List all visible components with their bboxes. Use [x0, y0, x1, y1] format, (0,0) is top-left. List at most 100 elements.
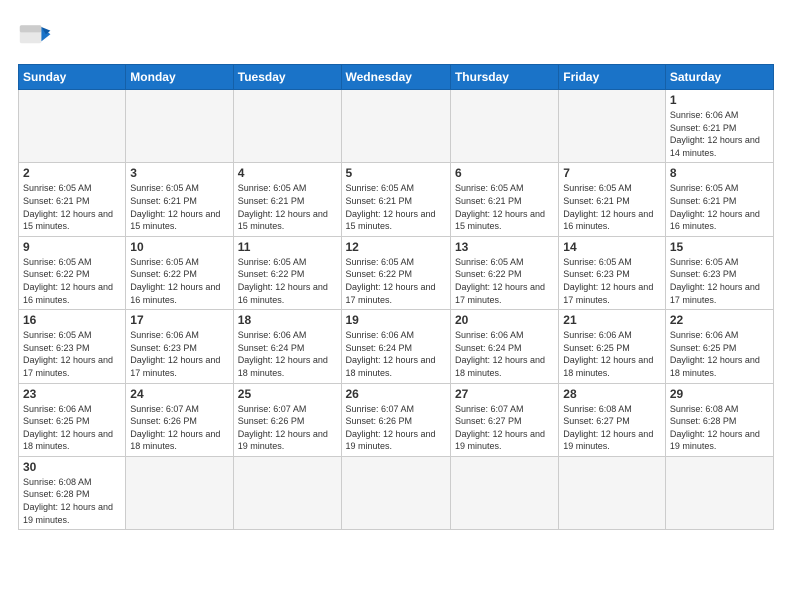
day-info: Sunrise: 6:06 AM Sunset: 6:24 PM Dayligh…	[455, 329, 554, 379]
day-number: 17	[130, 313, 228, 327]
calendar-week-row: 16 Sunrise: 6:05 AM Sunset: 6:23 PM Dayli…	[19, 310, 774, 383]
calendar-day-cell: 1Sunrise: 6:06 AM Sunset: 6:21 PM Daylig…	[665, 90, 773, 163]
day-info: Sunrise: 6:06 AM Sunset: 6:25 PM Dayligh…	[670, 329, 769, 379]
day-number: 13	[455, 240, 554, 254]
calendar-day-cell: 20 Sunrise: 6:06 AM Sunset: 6:24 PM Dayli…	[450, 310, 558, 383]
day-number: 8	[670, 166, 769, 180]
calendar-week-row: 9 Sunrise: 6:05 AM Sunset: 6:22 PM Daylig…	[19, 236, 774, 309]
header	[18, 18, 774, 54]
day-number: 16	[23, 313, 121, 327]
day-info: Sunrise: 6:06 AM Sunset: 6:25 PM Dayligh…	[563, 329, 661, 379]
day-info: Sunrise: 6:08 AM Sunset: 6:27 PM Dayligh…	[563, 403, 661, 453]
calendar-day-cell: 19 Sunrise: 6:06 AM Sunset: 6:24 PM Dayli…	[341, 310, 450, 383]
day-info: Sunrise: 6:05 AM Sunset: 6:21 PM Dayligh…	[130, 182, 228, 232]
calendar-day-cell	[19, 90, 126, 163]
day-number: 27	[455, 387, 554, 401]
day-info: Sunrise: 6:05 AM Sunset: 6:21 PM Dayligh…	[455, 182, 554, 232]
calendar-week-row: 30 Sunrise: 6:08 AM Sunset: 6:28 PM Dayli…	[19, 456, 774, 529]
day-info: Sunrise: 6:06 AM Sunset: 6:23 PM Dayligh…	[130, 329, 228, 379]
calendar-day-cell	[559, 456, 666, 529]
day-info: Sunrise: 6:07 AM Sunset: 6:27 PM Dayligh…	[455, 403, 554, 453]
calendar-day-cell: 10Sunrise: 6:05 AM Sunset: 6:22 PM Dayli…	[126, 236, 233, 309]
calendar-day-cell: 14Sunrise: 6:05 AM Sunset: 6:23 PM Dayli…	[559, 236, 666, 309]
calendar-day-cell	[233, 90, 341, 163]
day-info: Sunrise: 6:05 AM Sunset: 6:21 PM Dayligh…	[563, 182, 661, 232]
day-number: 9	[23, 240, 121, 254]
calendar-day-cell: 30 Sunrise: 6:08 AM Sunset: 6:28 PM Dayli…	[19, 456, 126, 529]
day-number: 11	[238, 240, 337, 254]
calendar-day-cell	[341, 90, 450, 163]
day-info: Sunrise: 6:08 AM Sunset: 6:28 PM Dayligh…	[23, 476, 121, 526]
calendar-day-cell: 7 Sunrise: 6:05 AM Sunset: 6:21 PM Daylig…	[559, 163, 666, 236]
day-of-week-header: Monday	[126, 65, 233, 90]
calendar-day-cell: 26 Sunrise: 6:07 AM Sunset: 6:26 PM Dayli…	[341, 383, 450, 456]
day-info: Sunrise: 6:07 AM Sunset: 6:26 PM Dayligh…	[130, 403, 228, 453]
page: SundayMondayTuesdayWednesdayThursdayFrid…	[0, 0, 792, 612]
day-info: Sunrise: 6:05 AM Sunset: 6:23 PM Dayligh…	[23, 329, 121, 379]
day-number: 26	[346, 387, 446, 401]
calendar-day-cell: 13 Sunrise: 6:05 AM Sunset: 6:22 PM Dayli…	[450, 236, 558, 309]
day-info: Sunrise: 6:06 AM Sunset: 6:24 PM Dayligh…	[346, 329, 446, 379]
day-number: 24	[130, 387, 228, 401]
logo-icon	[18, 18, 54, 54]
day-info: Sunrise: 6:06 AM Sunset: 6:25 PM Dayligh…	[23, 403, 121, 453]
logo	[18, 18, 60, 54]
day-number: 19	[346, 313, 446, 327]
calendar-day-cell	[665, 456, 773, 529]
day-number: 5	[346, 166, 446, 180]
day-number: 1	[670, 93, 769, 107]
day-number: 12	[346, 240, 446, 254]
day-info: Sunrise: 6:08 AM Sunset: 6:28 PM Dayligh…	[670, 403, 769, 453]
day-info: Sunrise: 6:06 AM Sunset: 6:24 PM Dayligh…	[238, 329, 337, 379]
calendar-week-row: 2Sunrise: 6:05 AM Sunset: 6:21 PM Daylig…	[19, 163, 774, 236]
calendar-day-cell: 29 Sunrise: 6:08 AM Sunset: 6:28 PM Dayli…	[665, 383, 773, 456]
day-number: 18	[238, 313, 337, 327]
calendar-day-cell: 3 Sunrise: 6:05 AM Sunset: 6:21 PM Daylig…	[126, 163, 233, 236]
day-info: Sunrise: 6:05 AM Sunset: 6:21 PM Dayligh…	[670, 182, 769, 232]
calendar-day-cell: 28 Sunrise: 6:08 AM Sunset: 6:27 PM Dayli…	[559, 383, 666, 456]
day-info: Sunrise: 6:05 AM Sunset: 6:21 PM Dayligh…	[23, 182, 121, 232]
calendar-day-cell: 9 Sunrise: 6:05 AM Sunset: 6:22 PM Daylig…	[19, 236, 126, 309]
day-of-week-header: Wednesday	[341, 65, 450, 90]
calendar-day-cell: 11 Sunrise: 6:05 AM Sunset: 6:22 PM Dayli…	[233, 236, 341, 309]
day-number: 3	[130, 166, 228, 180]
day-number: 20	[455, 313, 554, 327]
day-number: 29	[670, 387, 769, 401]
day-of-week-header: Tuesday	[233, 65, 341, 90]
calendar-day-cell	[450, 90, 558, 163]
day-info: Sunrise: 6:05 AM Sunset: 6:23 PM Dayligh…	[670, 256, 769, 306]
day-number: 22	[670, 313, 769, 327]
day-number: 30	[23, 460, 121, 474]
day-number: 25	[238, 387, 337, 401]
day-info: Sunrise: 6:05 AM Sunset: 6:22 PM Dayligh…	[455, 256, 554, 306]
calendar-day-cell: 27 Sunrise: 6:07 AM Sunset: 6:27 PM Dayli…	[450, 383, 558, 456]
calendar-week-row: 1Sunrise: 6:06 AM Sunset: 6:21 PM Daylig…	[19, 90, 774, 163]
day-number: 14	[563, 240, 661, 254]
calendar-day-cell	[341, 456, 450, 529]
calendar-day-cell: 16 Sunrise: 6:05 AM Sunset: 6:23 PM Dayli…	[19, 310, 126, 383]
calendar-day-cell: 21 Sunrise: 6:06 AM Sunset: 6:25 PM Dayli…	[559, 310, 666, 383]
calendar-day-cell: 6 Sunrise: 6:05 AM Sunset: 6:21 PM Daylig…	[450, 163, 558, 236]
calendar-day-cell: 18 Sunrise: 6:06 AM Sunset: 6:24 PM Dayli…	[233, 310, 341, 383]
day-number: 7	[563, 166, 661, 180]
calendar-day-cell	[450, 456, 558, 529]
calendar-header-row: SundayMondayTuesdayWednesdayThursdayFrid…	[19, 65, 774, 90]
day-of-week-header: Sunday	[19, 65, 126, 90]
day-number: 21	[563, 313, 661, 327]
calendar: SundayMondayTuesdayWednesdayThursdayFrid…	[18, 64, 774, 530]
day-info: Sunrise: 6:05 AM Sunset: 6:22 PM Dayligh…	[238, 256, 337, 306]
day-of-week-header: Saturday	[665, 65, 773, 90]
day-number: 6	[455, 166, 554, 180]
day-info: Sunrise: 6:07 AM Sunset: 6:26 PM Dayligh…	[346, 403, 446, 453]
day-info: Sunrise: 6:05 AM Sunset: 6:22 PM Dayligh…	[346, 256, 446, 306]
day-info: Sunrise: 6:07 AM Sunset: 6:26 PM Dayligh…	[238, 403, 337, 453]
calendar-day-cell: 2Sunrise: 6:05 AM Sunset: 6:21 PM Daylig…	[19, 163, 126, 236]
day-info: Sunrise: 6:05 AM Sunset: 6:22 PM Dayligh…	[130, 256, 228, 306]
day-number: 23	[23, 387, 121, 401]
calendar-day-cell: 8 Sunrise: 6:05 AM Sunset: 6:21 PM Daylig…	[665, 163, 773, 236]
calendar-day-cell: 24 Sunrise: 6:07 AM Sunset: 6:26 PM Dayli…	[126, 383, 233, 456]
day-info: Sunrise: 6:05 AM Sunset: 6:22 PM Dayligh…	[23, 256, 121, 306]
day-number: 28	[563, 387, 661, 401]
day-info: Sunrise: 6:05 AM Sunset: 6:21 PM Dayligh…	[346, 182, 446, 232]
calendar-day-cell: 17 Sunrise: 6:06 AM Sunset: 6:23 PM Dayli…	[126, 310, 233, 383]
